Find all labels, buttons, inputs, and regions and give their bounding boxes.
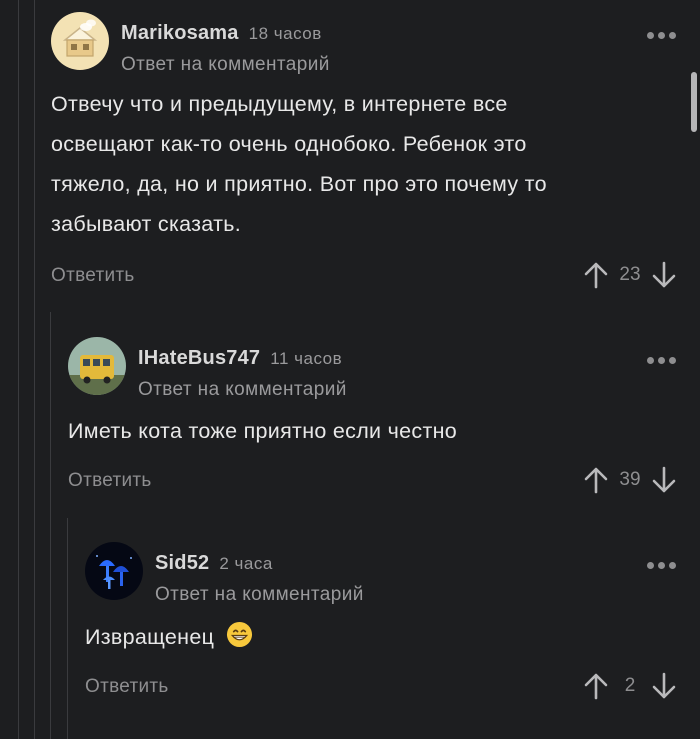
vote-controls: 2 [582,671,678,701]
reply-button[interactable]: Ответить [68,470,152,492]
comment: Marikosama 18 часов Ответ на комментарий … [51,12,700,302]
comment: Sid52 2 часа Ответ на комментарий Извраще… [85,542,700,712]
thread-line-3 [50,312,51,739]
timestamp: 2 часа [219,554,273,573]
comment-text-line: тяжело, да, но и приятно. Вот про это по… [51,172,547,196]
reply-to-link[interactable]: Ответ на комментарий [138,379,347,401]
avatar[interactable] [68,337,126,395]
upvote-arrow-icon[interactable] [582,671,610,701]
comment-text-line: забывают сказать. [51,212,242,236]
more-options-button[interactable] [647,562,676,569]
thread-line-4 [67,518,68,739]
bus-avatar-icon [68,337,126,395]
upvote-arrow-icon[interactable] [582,465,610,495]
timestamp: 18 часов [248,24,322,43]
downvote-arrow-icon[interactable] [650,260,678,290]
reply-button[interactable]: Ответить [85,676,169,698]
rating-count: 2 [624,675,636,696]
timestamp: 11 часов [270,349,343,368]
reply-to-link[interactable]: Ответ на комментарий [155,584,364,606]
rating-count: 39 [619,469,641,490]
vote-controls: 39 [582,465,678,495]
reply-to-link[interactable]: Ответ на комментарий [121,54,330,76]
upvote-arrow-icon[interactable] [582,260,610,290]
grinning-face-emoji-icon [227,621,253,648]
avatar[interactable] [85,542,143,600]
more-options-button[interactable] [647,32,676,39]
username[interactable]: Marikosama 18 часов [121,22,322,45]
more-options-button[interactable] [647,357,676,364]
comment-text: Извращенец [85,617,253,657]
reply-button[interactable]: Ответить [51,265,135,287]
thread-line-1 [18,0,19,739]
vote-controls: 23 [582,260,678,290]
comment: IHateBus747 11 часов Ответ на комментарий… [68,337,700,507]
thread-line-2 [34,0,35,739]
downvote-arrow-icon[interactable] [650,671,678,701]
comment-text-line: освещают как-то очень однобоко. Ребенок … [51,132,527,156]
downvote-arrow-icon[interactable] [650,465,678,495]
username[interactable]: IHateBus747 11 часов [138,347,342,370]
comment-text-body: Извращенец [85,625,215,649]
blue-mushrooms-avatar-icon [85,542,143,600]
comment-text-line: Отвечу что и предыдущему, в интернете вс… [51,92,508,116]
avatar[interactable] [51,12,109,70]
house-avatar-icon [51,12,109,70]
comment-text: Отвечу что и предыдущему, в интернете вс… [51,84,547,244]
username[interactable]: Sid52 2 часа [155,552,273,575]
comment-text: Иметь кота тоже приятно если честно [68,419,458,443]
rating-count: 23 [619,264,641,285]
